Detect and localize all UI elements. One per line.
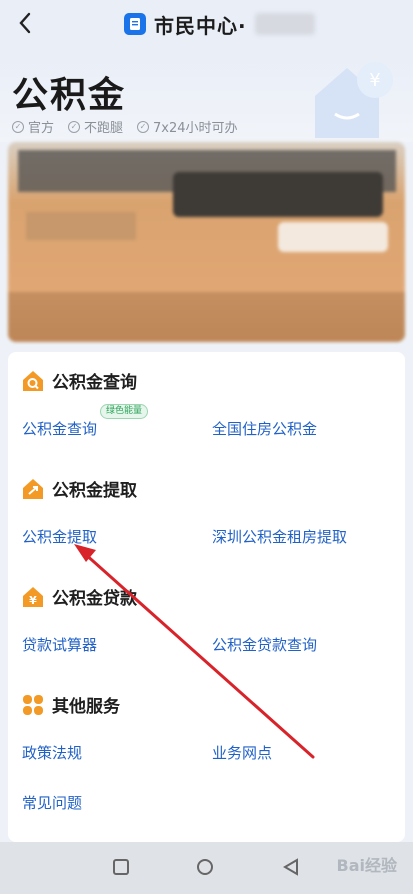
grid-flower-icon: [22, 694, 44, 716]
link-service-points[interactable]: 业务网点: [212, 742, 272, 763]
app-title: 市民中心·: [154, 13, 247, 38]
link-faq[interactable]: 常见问题: [22, 792, 82, 813]
blurred-title-suffix: [254, 13, 315, 35]
section-query-header: 公积金查询: [22, 368, 137, 393]
check-icon: ✓: [137, 120, 150, 133]
link-national-gjj[interactable]: 全国住房公积金: [212, 418, 317, 439]
svg-text:¥: ¥: [369, 70, 380, 91]
promo-banner[interactable]: [8, 142, 405, 342]
header-title-group: 市民中心·: [124, 10, 315, 38]
house-loan-icon: ¥: [22, 586, 44, 608]
green-energy-tag: 绿色能量: [100, 404, 149, 419]
badge-no-trip: ✓ 不跑腿: [68, 117, 123, 136]
top-bar: 市民中心·: [0, 0, 413, 50]
section-other-header: 其他服务: [22, 692, 120, 717]
link-loan-query[interactable]: 公积金贷款查询: [212, 634, 317, 655]
house-search-icon: [22, 370, 44, 392]
section-withdraw-header: 公积金提取: [22, 476, 137, 501]
recent-apps-icon[interactable]: [112, 858, 130, 880]
link-gjj-query[interactable]: 公积金查询: [22, 418, 97, 439]
svg-text:¥: ¥: [29, 594, 37, 607]
services-card: 公积金查询 公积金查询 绿色能量 全国住房公积金 公积金提取 公积金提取 深圳公…: [8, 352, 405, 842]
watermark-logo: Bai经验: [336, 856, 397, 875]
house-yen-illustration: ¥: [315, 62, 393, 138]
hero-section: 公积金 ✓ 官方 ✓ 不跑腿 ✓ 7x24小时可办 ¥: [0, 50, 413, 142]
back-triangle-icon[interactable]: [282, 858, 300, 880]
home-icon[interactable]: [196, 858, 214, 880]
check-icon: ✓: [68, 120, 81, 133]
page-title: 公积金: [12, 75, 127, 116]
badge-official: ✓ 官方: [12, 117, 54, 136]
badge-24h: ✓ 7x24小时可办: [137, 117, 238, 136]
link-loan-calculator[interactable]: 贷款试算器: [22, 634, 97, 655]
link-policy[interactable]: 政策法规: [22, 742, 82, 763]
house-withdraw-icon: [22, 478, 44, 500]
section-loan-header: ¥ 公积金贷款: [22, 584, 137, 609]
check-icon: ✓: [12, 120, 24, 133]
link-gjj-withdraw[interactable]: 公积金提取: [22, 526, 97, 547]
chevron-left-icon[interactable]: [10, 8, 40, 38]
document-icon: [124, 13, 146, 35]
link-sz-rent-withdraw[interactable]: 深圳公积金租房提取: [212, 526, 347, 547]
service-badges: ✓ 官方 ✓ 不跑腿 ✓ 7x24小时可办: [12, 117, 238, 136]
